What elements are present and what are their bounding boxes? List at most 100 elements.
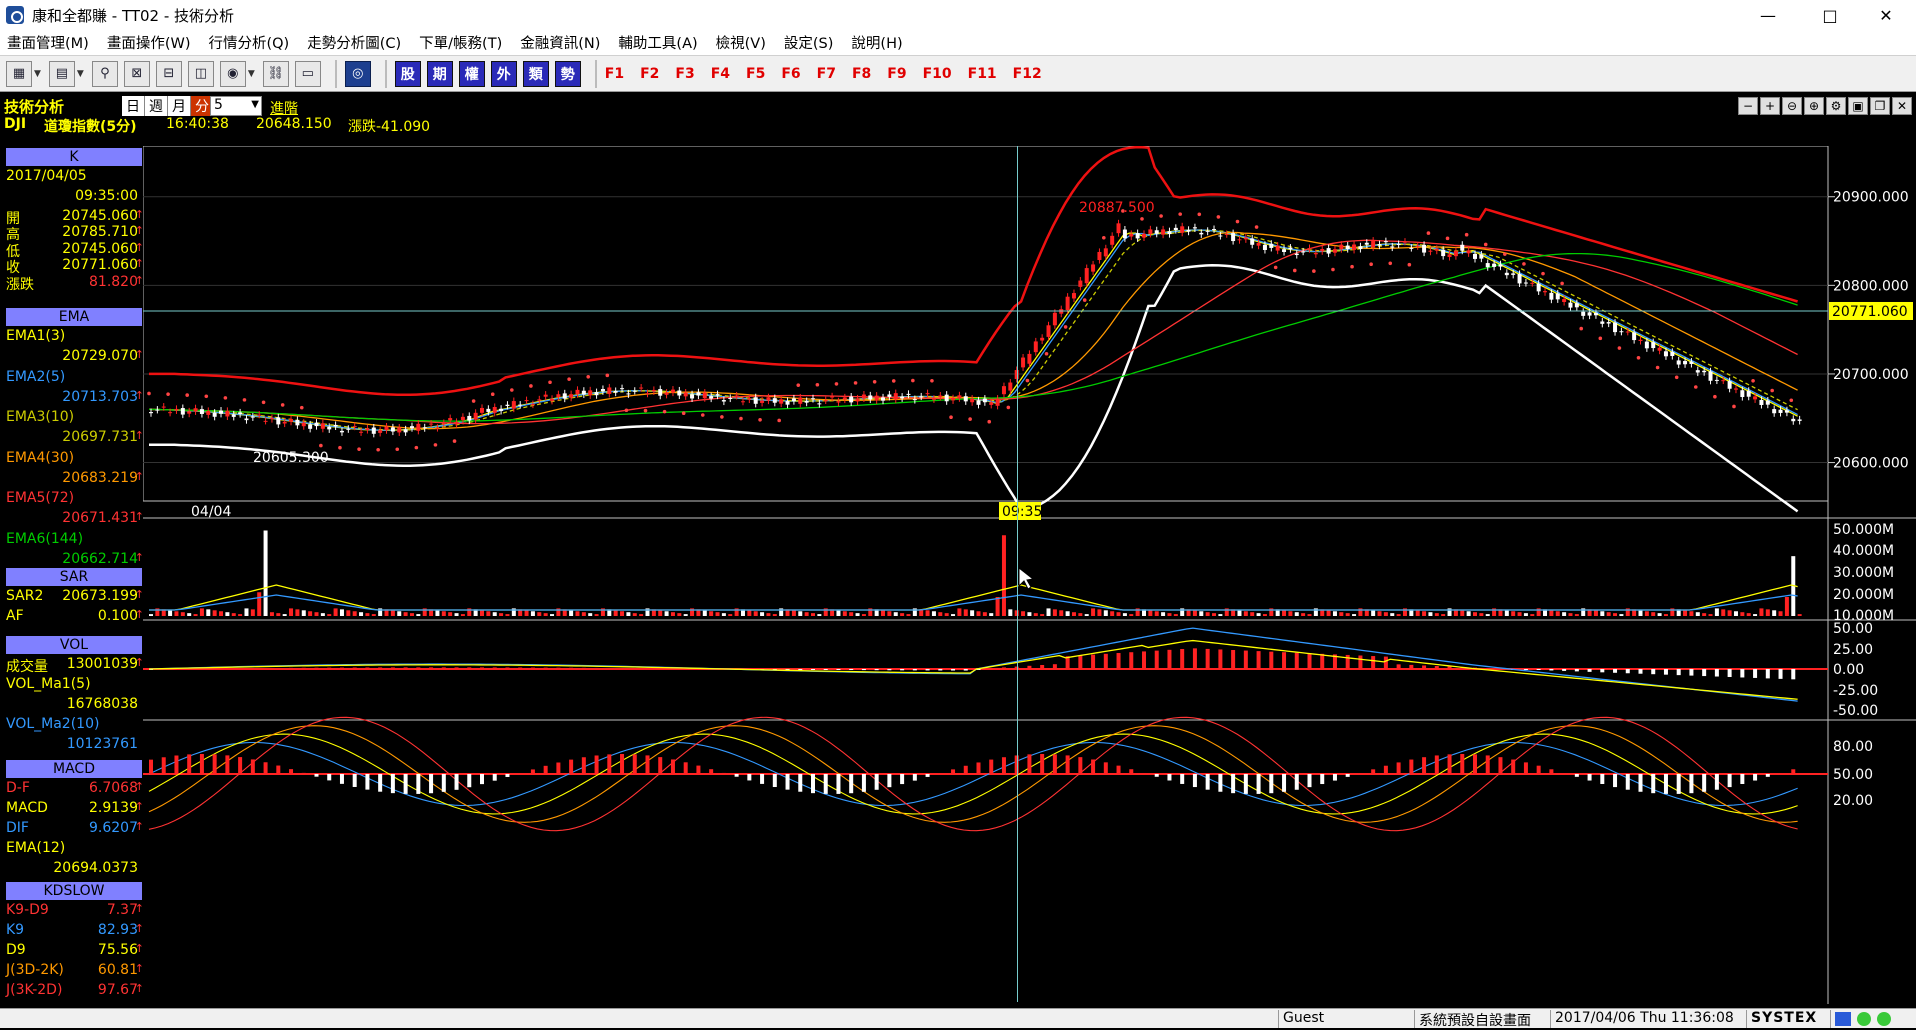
candle-body [569,394,574,398]
f10-button[interactable]: F10 [923,61,952,87]
macd-histogram-bar [1549,669,1554,671]
kd-histogram-bar [339,774,344,784]
f2-button[interactable]: F2 [640,61,659,87]
search-icon[interactable]: ⚲ [91,60,118,87]
volume-bar [1212,613,1217,616]
chevron-down-icon[interactable]: ▼ [248,69,255,79]
kd-histogram-bar [760,774,765,784]
f7-button[interactable]: F7 [817,61,836,87]
kd-histogram-bar [1320,774,1325,785]
chevron-down-icon[interactable]: ▼ [77,69,84,79]
macd-histogram-bar [1269,651,1274,669]
menu-tools[interactable]: 輔助工具(A) [618,32,697,53]
f8-button[interactable]: F8 [852,61,871,87]
candle-body [849,396,854,403]
f6-button[interactable]: F6 [781,61,800,87]
volume-bar [906,614,911,616]
trend-button[interactable]: 勢 [554,60,581,87]
menu-quote-analysis[interactable]: 行情分析(Q) [208,32,289,53]
settings-icon[interactable]: ⚙ [1826,97,1846,115]
f12-button[interactable]: F12 [1013,61,1042,87]
candle-body [295,420,300,426]
layout-icon[interactable]: ▦ [6,60,32,87]
macd-histogram-bar [670,668,675,670]
period-day[interactable]: 日 [122,96,145,116]
sar-dot [204,394,209,399]
sar-dot [166,392,170,396]
save-layout-icon[interactable]: ▤ [48,60,75,87]
kd-histogram-bar [721,772,726,774]
chevron-down-icon[interactable]: ▼ [34,69,41,79]
menu-trend-chart[interactable]: 走勢分析圖(C) [307,32,401,53]
candle-body [747,398,752,400]
volume-bar [1473,612,1477,616]
advanced-link[interactable]: 進階 [270,98,298,118]
menu-help[interactable]: 說明(H) [851,32,902,53]
candle-body [314,422,319,427]
candle-body [1492,263,1497,267]
candle-body [1231,233,1236,242]
f9-button[interactable]: F9 [887,61,906,87]
link-icon[interactable]: ⛓ [262,60,289,87]
candle-body [957,395,962,399]
candle-body [951,398,956,401]
price-tick-label: 20600.000 [1833,456,1909,472]
sar-dot [834,382,839,386]
kd-histogram-bar [1396,762,1401,774]
period-week[interactable]: 週 [145,96,168,116]
foreign-button[interactable]: 外 [490,60,517,87]
globe-icon[interactable]: ◉ [219,60,246,87]
save-icon[interactable]: ▣ [1848,97,1868,115]
menu-screen-manage[interactable]: 畫面管理(M) [7,32,89,53]
menu-screen-operate[interactable]: 畫面操作(W) [107,32,191,53]
status-layout[interactable]: 系統預設自設畫面 [1414,1010,1552,1029]
f5-button[interactable]: F5 [746,61,765,87]
candle-body [1625,331,1630,333]
f11-button[interactable]: F11 [968,61,997,87]
interval-select[interactable]: 5 [210,96,262,116]
macd-histogram-bar [1294,652,1299,669]
f1-button[interactable]: F1 [605,61,624,87]
volume-bar [1161,612,1166,616]
category-button[interactable]: 類 [522,60,549,87]
restore-icon[interactable]: ❐ [1870,97,1890,115]
sar-header: SAR [6,568,142,586]
menu-view[interactable]: 檢視(V) [716,32,766,53]
minimize-button[interactable]: — [1740,0,1796,30]
kd-histogram-bar [1714,774,1719,790]
sar-dot [662,409,667,414]
close-button[interactable]: ✕ [1858,0,1914,30]
picture-icon[interactable]: ▭ [294,60,321,87]
macd-histogram-bar [1714,669,1719,677]
menu-financial-info[interactable]: 金融資訊(N) [520,32,600,53]
zoom-in-icon[interactable]: + [1760,97,1780,115]
kd-histogram-bar [963,765,968,774]
magnify-minus-icon[interactable]: ⊖ [1782,97,1802,115]
volume-bar [1021,611,1026,616]
tile-window-icon[interactable]: ◫ [187,60,214,87]
f3-button[interactable]: F3 [675,61,694,87]
futures-button[interactable]: 期 [426,60,453,87]
technical-chart[interactable]: 20900.000 20800.000 20700.000 20600.000 2077… [143,146,1916,1004]
brand-logo-icon[interactable]: ◎ [344,60,371,87]
options-button[interactable]: 權 [458,60,485,87]
candle-body [868,395,873,400]
stock-button[interactable]: 股 [394,60,421,87]
kd-histogram-bar [212,754,217,774]
f4-button[interactable]: F4 [711,61,730,87]
candle-body [632,390,637,392]
k-label: 漲跌 [6,276,34,293]
macd-histogram-bar [1243,650,1248,669]
magnify-plus-icon[interactable]: ⊕ [1804,97,1824,115]
macd-histogram-bar [1116,653,1121,669]
split-window-icon[interactable]: ⊟ [155,60,182,87]
menu-settings[interactable]: 設定(S) [784,32,834,53]
close-chart-icon[interactable]: ✕ [1892,97,1912,115]
sar-dot [1254,225,1259,229]
menu-order-account[interactable]: 下單/帳務(T) [419,32,502,53]
close-window-icon[interactable]: ⊠ [123,60,150,87]
maximize-button[interactable]: □ [1802,0,1858,30]
kd-histogram-bar [480,774,484,785]
period-month[interactable]: 月 [168,96,191,116]
zoom-out-icon[interactable]: − [1738,97,1758,115]
